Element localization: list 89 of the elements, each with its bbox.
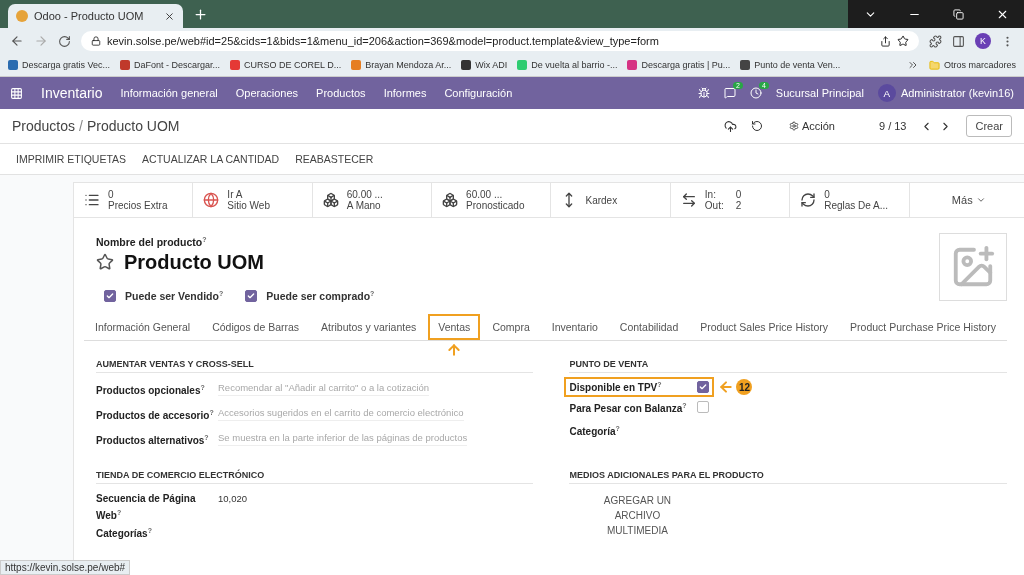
field-label: Para Pesar con Balanza$^{?}$ xyxy=(569,401,688,414)
field-label: Productos opcionales$^{?}$ xyxy=(96,383,206,399)
puzzle-icon[interactable] xyxy=(929,34,942,48)
create-button[interactable]: Crear xyxy=(966,115,1012,137)
bookmark[interactable]: Descarga gratis Vec... xyxy=(8,60,111,70)
favicon-icon xyxy=(16,10,28,22)
gear-icon xyxy=(788,121,799,131)
breadcrumb-separator: / xyxy=(79,118,83,134)
checkbox-label: Puede ser comprado$^{?}$ xyxy=(266,289,375,302)
bookmark[interactable]: Descarga gratis | Pu... xyxy=(627,60,731,70)
globe-icon xyxy=(203,192,220,208)
undo-icon[interactable] xyxy=(750,120,763,132)
section-title: MEDIOS ADICIONALES PARA EL PRODUCTO xyxy=(569,470,1007,484)
clock-icon[interactable] xyxy=(749,87,762,99)
boxes-icon xyxy=(322,192,339,208)
bookmark-folder[interactable]: Otros marcadores xyxy=(928,59,1016,71)
upload-link[interactable]: AGREGAR UN ARCHIVO MULTIMEDIA xyxy=(597,492,678,539)
bookmark[interactable]: DaFont - Descargar... xyxy=(120,60,221,70)
field-label: Disponible en TPV$^{?}$ xyxy=(569,381,663,394)
field-label: Productos de accesorio$^{?}$ xyxy=(96,408,215,424)
bookmark[interactable]: Wix ADI xyxy=(461,60,508,70)
action-menu[interactable]: Acción xyxy=(788,120,835,132)
exchange-icon xyxy=(680,192,697,208)
nav-menu-item[interactable]: Informes xyxy=(383,87,427,99)
checkbox-label: Puede ser Vendido$^{?}$ xyxy=(125,289,224,302)
new-tab-icon[interactable] xyxy=(193,6,208,22)
chat-icon[interactable] xyxy=(723,87,736,99)
reload-icon[interactable] xyxy=(58,34,71,48)
action-button[interactable]: ACTUALIZAR LA CANTIDAD xyxy=(134,149,288,169)
tab[interactable]: Compra xyxy=(482,314,540,340)
pager: 9 / 13 xyxy=(878,120,907,132)
product-name[interactable]: Producto UOM xyxy=(124,250,264,274)
address-bar[interactable]: kevin.solse.pe/web#id=25&cids=1&bids=1&menu_id=206&action=369&model=product.template&view_type=form xyxy=(81,31,919,51)
checkbox[interactable] xyxy=(104,289,116,302)
breadcrumb-current: Producto UOM xyxy=(86,118,180,134)
boxes-icon xyxy=(442,192,459,208)
tab[interactable]: Product Sales Price History xyxy=(690,314,839,340)
browser-tab[interactable]: Odoo - Producto UOM xyxy=(8,4,183,28)
folder-icon xyxy=(928,59,940,71)
app-name[interactable]: Inventario xyxy=(41,85,103,101)
tab[interactable]: Product Purchase Price History xyxy=(840,314,1006,340)
checkbox[interactable] xyxy=(697,401,710,414)
tab[interactable]: Atributos y variantes xyxy=(311,314,427,340)
action-button[interactable]: IMPRIMIR ETIQUETAS xyxy=(8,149,135,169)
status-url: https://kevin.solse.pe/web# xyxy=(0,560,131,575)
nav-menu-item[interactable]: Operaciones xyxy=(235,87,299,99)
breadcrumb-link[interactable]: Productos xyxy=(12,118,76,134)
chevrons-icon[interactable] xyxy=(906,59,919,71)
back-icon[interactable] xyxy=(10,34,24,48)
section-title: AUMENTAR VENTAS Y CROSS-SELL xyxy=(96,359,534,373)
checkbox[interactable] xyxy=(245,289,258,302)
lock-icon xyxy=(91,36,101,46)
step-number: 12 xyxy=(736,379,753,396)
field-label: Productos alternativos$^{?}$ xyxy=(96,433,210,449)
input-field[interactable]: 10,020 xyxy=(218,492,248,506)
tab[interactable]: Códigos de Barras xyxy=(202,314,310,340)
field-label: Categoría$^{?}$ xyxy=(569,423,621,439)
field-label: Categorías$^{?}$ xyxy=(96,525,153,541)
checkbox[interactable] xyxy=(697,381,710,394)
section-title: PUNTO DE VENTA xyxy=(569,359,1007,373)
bookmark[interactable]: Brayan Mendoza Ar... xyxy=(351,60,452,70)
nav-menu-item[interactable]: Configuración xyxy=(444,87,513,99)
bookmark[interactable]: De vuelta al barrio -... xyxy=(517,60,618,70)
nav-menu-item[interactable]: Productos xyxy=(316,87,366,99)
tab[interactable]: Información General xyxy=(85,314,201,340)
close-icon[interactable] xyxy=(164,10,175,22)
action-button[interactable]: REABASTECER xyxy=(287,149,382,169)
panel-icon[interactable] xyxy=(952,34,965,48)
bookmark[interactable]: Punto de venta Ven... xyxy=(740,60,841,70)
tab[interactable]: Inventario xyxy=(541,314,608,340)
section-title: TIENDA DE COMERCIO ELECTRÓNICO xyxy=(96,470,534,484)
bug-icon[interactable] xyxy=(697,87,710,99)
share-icon[interactable] xyxy=(880,35,891,47)
tab[interactable]: Contabilidad xyxy=(609,314,689,340)
company-switcher[interactable]: Sucursal Principal xyxy=(775,87,864,99)
star-icon[interactable] xyxy=(897,35,909,47)
apps-icon[interactable] xyxy=(10,86,23,100)
field-label: Secuencia de Página Web$^{?}$ xyxy=(96,492,197,524)
refresh-icon xyxy=(800,192,817,208)
profile-avatar[interactable]: K xyxy=(975,33,991,49)
caret-icon xyxy=(975,195,986,205)
nav-menu-item[interactable]: Información general xyxy=(120,87,218,99)
user-menu[interactable]: A Administrator (kevin16) xyxy=(877,84,1014,102)
star-icon[interactable] xyxy=(96,253,114,271)
list-icon xyxy=(84,192,100,208)
field-label: Nombre del producto$^{?}$ xyxy=(96,235,208,248)
cloud-upload-icon[interactable] xyxy=(723,119,737,133)
bookmark[interactable]: CURSO DE COREL D... xyxy=(230,60,342,70)
close-icon[interactable] xyxy=(980,0,1024,28)
